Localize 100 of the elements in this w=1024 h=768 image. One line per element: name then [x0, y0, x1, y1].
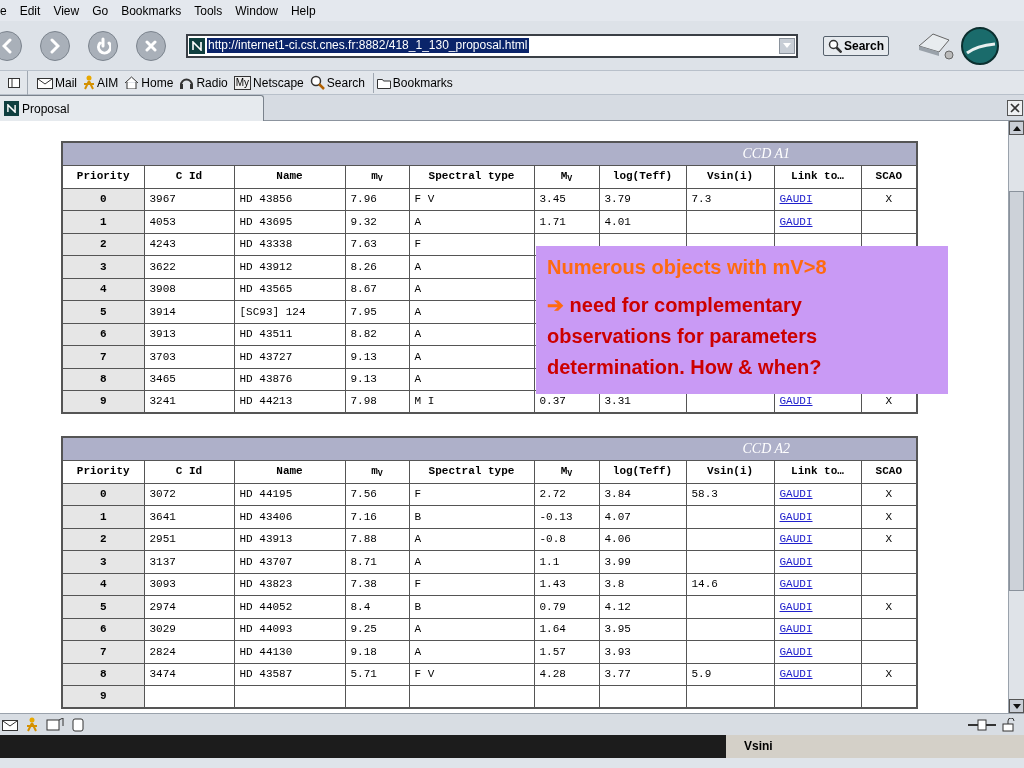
toolbar-link[interactable]: Search: [306, 72, 374, 93]
table-cell: 7.88: [345, 528, 409, 551]
row-header: 1: [62, 210, 144, 233]
row-header: 0: [62, 188, 144, 211]
menu-item[interactable]: Go: [92, 1, 109, 20]
mail-icon: [37, 76, 53, 89]
table-cell: 3.45: [534, 188, 599, 211]
table-cell: 9.13: [345, 368, 409, 391]
mail-icon[interactable]: [2, 718, 18, 731]
back-icon: [2, 37, 12, 54]
table-cell: 3.95: [599, 618, 686, 641]
row-header: 6: [62, 618, 144, 641]
row-header: 8: [62, 368, 144, 391]
table-cell: 1.1: [534, 550, 599, 573]
table-cell: 8.26: [345, 255, 409, 278]
table-cell: 8.67: [345, 278, 409, 301]
toolbar-link[interactable]: Bookmarks: [373, 72, 456, 93]
table-cell: 1.71: [534, 210, 599, 233]
toolbar-link[interactable]: Home: [121, 72, 177, 93]
table-cell: A: [409, 640, 534, 663]
row-header: 0: [62, 483, 144, 506]
reload-button[interactable]: [88, 30, 118, 61]
row-header: 9: [62, 390, 144, 413]
search-icon: [828, 38, 842, 53]
table-cell: 4.28: [534, 663, 599, 686]
table-cell: 2.72: [534, 483, 599, 506]
table-cell: 9.32: [345, 210, 409, 233]
table-cell: HD 43695: [234, 210, 345, 233]
table-cell: 2824: [144, 640, 234, 663]
table-cell: 9.18: [345, 640, 409, 663]
table-cell: HD 44052: [234, 595, 345, 618]
table-cell: 3137: [144, 550, 234, 573]
table-cell: 3914: [144, 300, 234, 323]
scroll-up-button[interactable]: [1009, 121, 1024, 135]
menu-item[interactable]: Help: [290, 1, 316, 20]
table-cell: F: [409, 483, 534, 506]
toolbar-link[interactable]: Radio: [176, 72, 231, 93]
scroll-down-button[interactable]: [1009, 699, 1024, 713]
down-arrow-icon: [1012, 703, 1021, 709]
table-cell: 3641: [144, 505, 234, 528]
table-cell: 5.71: [345, 663, 409, 686]
row-header: 1: [62, 505, 144, 528]
table-cell: 2951: [144, 528, 234, 551]
table-cell: A: [409, 528, 534, 551]
table-cell: HD 43913: [234, 528, 345, 551]
table-cell: HD 43876: [234, 368, 345, 391]
table-cell: A: [409, 278, 534, 301]
note-heading: Numerous objects with mV>8: [547, 255, 828, 280]
column-header: Spectral type: [409, 460, 534, 483]
row-header: 4: [62, 573, 144, 596]
table-cell: 7.56: [345, 483, 409, 506]
reload-icon: [95, 36, 111, 55]
menu-item[interactable]: Tools: [194, 1, 223, 20]
menu-item[interactable]: Window: [235, 1, 278, 20]
table-cell: HD 44130: [234, 640, 345, 663]
table-title: CCD A2: [62, 437, 918, 460]
table-cell: HD 43565: [234, 278, 345, 301]
row-header: 7: [62, 640, 144, 663]
table-cell: 3029: [144, 618, 234, 641]
address-field[interactable]: http://internet1-ci.cst.cnes.fr:8882/418_1_130_proposal.html: [186, 33, 798, 58]
table-cell: HD 43338: [234, 233, 345, 256]
table-cell: HD 43511: [234, 323, 345, 346]
table-cell: HD 43912: [234, 255, 345, 278]
table-cell: HD 43823: [234, 573, 345, 596]
toolbar-link[interactable]: Mail: [34, 72, 80, 93]
menu-item[interactable]: e: [0, 1, 7, 20]
table-cell: 14.6: [686, 573, 774, 596]
table-cell: A: [409, 345, 534, 368]
menu-item[interactable]: Edit: [19, 1, 41, 20]
search-button[interactable]: Search: [823, 35, 890, 56]
table-cell: 8.4: [345, 595, 409, 618]
row-header: 3: [62, 255, 144, 278]
forward-button[interactable]: [40, 30, 70, 61]
row-header: 2: [62, 233, 144, 256]
close-tab-button[interactable]: [1007, 100, 1023, 116]
table-cell: HD 43707: [234, 550, 345, 573]
scrollbar[interactable]: [1008, 121, 1024, 713]
stop-button[interactable]: [136, 30, 166, 61]
dropdown-button[interactable]: [779, 37, 795, 54]
menu-item[interactable]: Bookmarks: [121, 1, 182, 20]
row-header: 7: [62, 345, 144, 368]
toolbar-link[interactable]: My Netscape: [230, 72, 307, 93]
connection-icon: [968, 718, 996, 731]
table-cell: A: [409, 300, 534, 323]
table-cell: HD 43587: [234, 663, 345, 686]
table-cell: 7.3: [686, 188, 774, 211]
table-cell: 3.99: [599, 550, 686, 573]
table-cell: 0.79: [534, 595, 599, 618]
lock-icon: [1002, 717, 1016, 732]
column-header: Spectral type: [409, 165, 534, 188]
row-header: 5: [62, 595, 144, 618]
back-button[interactable]: [0, 30, 22, 61]
table-cell: 3908: [144, 278, 234, 301]
menu-item[interactable]: View: [53, 1, 80, 20]
browser-tab[interactable]: Proposal: [0, 95, 264, 121]
toolbar-link[interactable]: AIM: [80, 72, 122, 93]
table-cell: 7.96: [345, 188, 409, 211]
status-label: Vsini: [744, 738, 773, 755]
table-cell: A: [409, 368, 534, 391]
table-cell: HD 44093: [234, 618, 345, 641]
